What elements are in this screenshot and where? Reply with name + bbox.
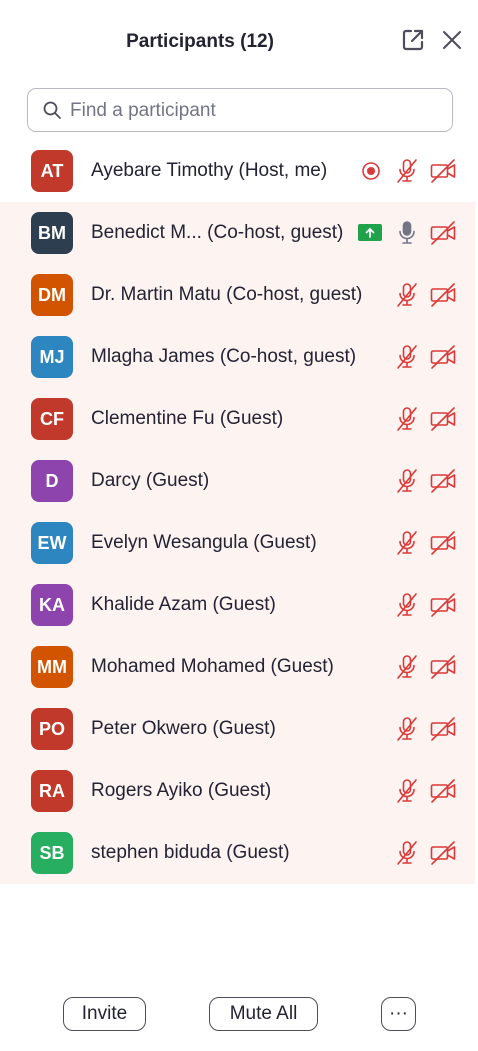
video-off-icon[interactable] xyxy=(429,591,457,619)
participant-row[interactable]: DM Dr. Martin Matu (Co-host, guest) xyxy=(0,264,475,326)
screen-share-icon xyxy=(358,224,382,241)
video-off-icon[interactable] xyxy=(429,839,457,867)
avatar: RA xyxy=(31,770,73,812)
search-icon xyxy=(42,100,62,120)
avatar: CF xyxy=(31,398,73,440)
avatar: DM xyxy=(31,274,73,316)
mic-muted-icon[interactable] xyxy=(393,157,421,185)
video-off-icon[interactable] xyxy=(429,219,457,247)
avatar: PO xyxy=(31,708,73,750)
avatar: KA xyxy=(31,584,73,626)
video-off-icon[interactable] xyxy=(429,281,457,309)
avatar: MJ xyxy=(31,336,73,378)
mic-muted-icon[interactable] xyxy=(393,777,421,805)
popout-icon[interactable] xyxy=(400,27,426,53)
video-off-icon[interactable] xyxy=(429,157,457,185)
participant-name: stephen biduda (Guest) xyxy=(91,842,290,863)
avatar: SB xyxy=(31,832,73,874)
mic-muted-icon[interactable] xyxy=(393,343,421,371)
mic-muted-icon[interactable] xyxy=(393,405,421,433)
video-off-icon[interactable] xyxy=(429,653,457,681)
video-off-icon[interactable] xyxy=(429,777,457,805)
participant-name: Rogers Ayiko (Guest) xyxy=(91,780,272,801)
participants-header: Participants (12) xyxy=(0,0,478,84)
participant-name: Evelyn Wesangula (Guest) xyxy=(91,532,317,553)
more-options-button[interactable]: ··· xyxy=(381,997,416,1031)
avatar: BM xyxy=(31,212,73,254)
participant-name: Peter Okwero (Guest) xyxy=(91,718,276,739)
participant-name: Mohamed Mohamed (Guest) xyxy=(91,656,334,677)
video-off-icon[interactable] xyxy=(429,715,457,743)
recording-icon xyxy=(361,161,381,181)
participant-name: Khalide Azam (Guest) xyxy=(91,594,276,615)
avatar: D xyxy=(31,460,73,502)
participant-name: Dr. Martin Matu (Co-host, guest) xyxy=(91,284,363,305)
search-input[interactable] xyxy=(68,89,442,132)
participant-row[interactable]: KA Khalide Azam (Guest) xyxy=(0,574,475,636)
avatar: AT xyxy=(31,150,73,192)
participant-name: Ayebare Timothy (Host, me) xyxy=(91,160,328,181)
invite-button[interactable]: Invite xyxy=(63,997,146,1031)
participant-row[interactable]: SB stephen biduda (Guest) xyxy=(0,822,475,884)
participant-row[interactable]: MJ Mlagha James (Co-host, guest) xyxy=(0,326,475,388)
mic-muted-icon[interactable] xyxy=(393,653,421,681)
participant-row[interactable]: PO Peter Okwero (Guest) xyxy=(0,698,475,760)
participant-name: Clementine Fu (Guest) xyxy=(91,408,284,429)
video-off-icon[interactable] xyxy=(429,405,457,433)
participant-name: Mlagha James (Co-host, guest) xyxy=(91,346,357,367)
panel-title: Participants (12) xyxy=(126,31,274,52)
mic-muted-icon[interactable] xyxy=(393,591,421,619)
mic-icon[interactable] xyxy=(393,219,421,247)
video-off-icon[interactable] xyxy=(429,467,457,495)
mic-muted-icon[interactable] xyxy=(393,467,421,495)
participant-row[interactable]: BM Benedict M... (Co-host, guest) xyxy=(0,202,475,264)
participant-row[interactable]: D Darcy (Guest) xyxy=(0,450,475,512)
avatar: MM xyxy=(31,646,73,688)
search-field[interactable] xyxy=(27,88,453,132)
participant-name: Benedict M... (Co-host, guest) xyxy=(91,222,344,243)
participant-name: Darcy (Guest) xyxy=(91,470,210,491)
participant-list: AT Ayebare Timothy (Host, me) BM Benedict M… xyxy=(0,140,478,884)
close-icon[interactable] xyxy=(439,27,465,53)
participant-row[interactable]: EW Evelyn Wesangula (Guest) xyxy=(0,512,475,574)
video-off-icon[interactable] xyxy=(429,343,457,371)
mic-muted-icon[interactable] xyxy=(393,715,421,743)
participant-row[interactable]: CF Clementine Fu (Guest) xyxy=(0,388,475,450)
participant-row[interactable]: MM Mohamed Mohamed (Guest) xyxy=(0,636,475,698)
mic-muted-icon[interactable] xyxy=(393,281,421,309)
avatar: EW xyxy=(31,522,73,564)
participant-row[interactable]: RA Rogers Ayiko (Guest) xyxy=(0,760,475,822)
mute-all-button[interactable]: Mute All xyxy=(209,997,318,1031)
participant-row[interactable]: AT Ayebare Timothy (Host, me) xyxy=(0,140,478,202)
mic-muted-icon[interactable] xyxy=(393,529,421,557)
mic-muted-icon[interactable] xyxy=(393,839,421,867)
video-off-icon[interactable] xyxy=(429,529,457,557)
